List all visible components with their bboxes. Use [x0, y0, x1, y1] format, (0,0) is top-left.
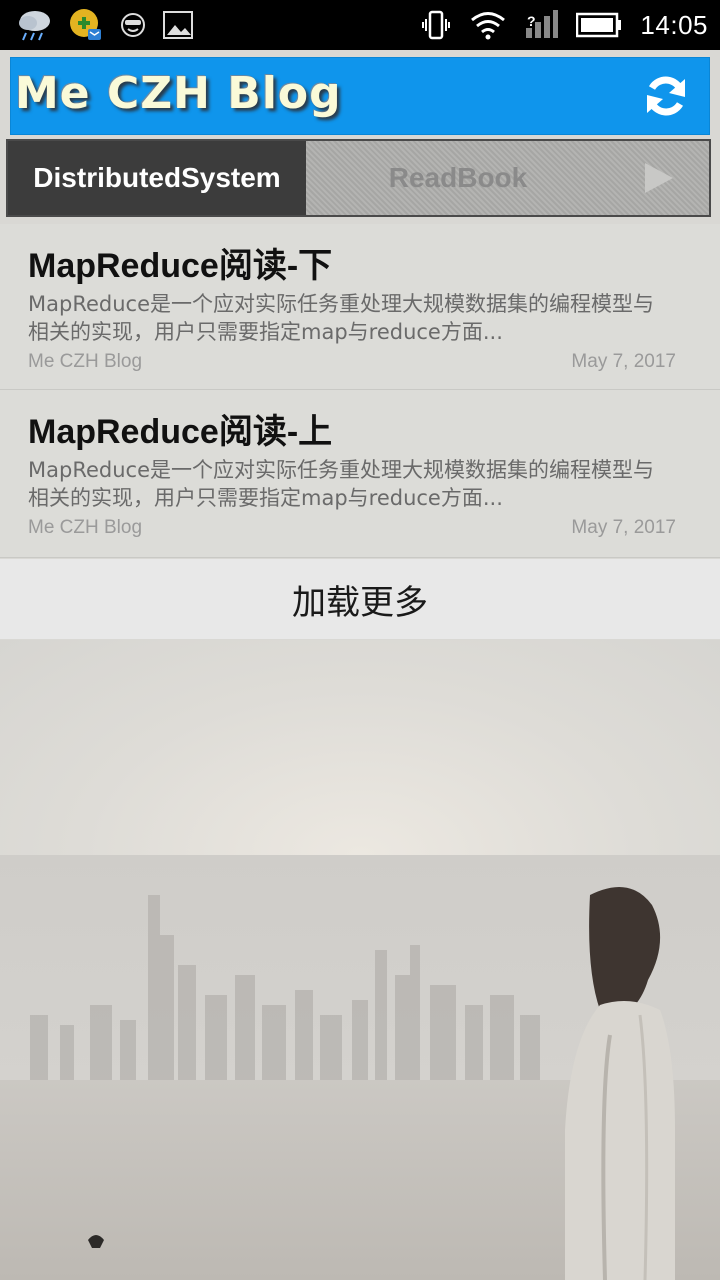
post-author: Me CZH Blog: [28, 517, 143, 538]
refresh-button[interactable]: [641, 71, 691, 121]
tab-distributed-system[interactable]: DistributedSystem: [8, 141, 306, 215]
post-date: May 7, 2017: [571, 351, 676, 372]
battery-icon: [576, 12, 622, 38]
status-left-icons: [16, 6, 194, 44]
signal-icon: ?: [524, 10, 559, 40]
tab-scroll-right-icon[interactable]: [645, 163, 673, 193]
post-excerpt: MapReduce是一个应对实际任务重处理大规模数据集的编程模型与相关的实现，用…: [28, 292, 654, 344]
app-header: Me CZH Blog: [10, 57, 710, 135]
app-title: Me CZH Blog: [15, 68, 342, 119]
tab-bar: DistributedSystem ReadBook: [6, 139, 711, 217]
status-time: 14:05: [640, 9, 708, 40]
vibrate-icon: [420, 9, 452, 41]
refresh-icon: [641, 76, 691, 125]
load-more-button[interactable]: 加载更多: [0, 559, 720, 639]
face-icon: [118, 10, 148, 40]
svg-text:?: ?: [527, 13, 536, 29]
post-date: May 7, 2017: [571, 517, 676, 538]
status-right-icons: ? 14:05: [420, 6, 708, 44]
wifi-icon: [470, 10, 506, 40]
list-item[interactable]: MapReduce阅读-下 MapReduce是一个应对实际任务重处理大规模数据…: [0, 224, 720, 390]
post-author: Me CZH Blog: [28, 351, 143, 372]
app-notification-icon: [68, 7, 104, 43]
background-sky: [0, 640, 720, 855]
status-bar: ? 14:05: [0, 0, 720, 50]
post-title: MapReduce阅读-下: [28, 247, 333, 285]
list-item[interactable]: MapReduce阅读-上 MapReduce是一个应对实际任务重处理大规模数据…: [0, 390, 720, 558]
tab-read-book[interactable]: ReadBook: [338, 141, 578, 215]
post-excerpt: MapReduce是一个应对实际任务重处理大规模数据集的编程模型与相关的实现，用…: [28, 458, 654, 510]
post-list: MapReduce阅读-下 MapReduce是一个应对实际任务重处理大规模数据…: [0, 224, 720, 558]
image-icon: [162, 9, 194, 41]
weather-rain-icon: [16, 7, 54, 43]
post-title: MapReduce阅读-上: [28, 413, 333, 451]
background-photo: [0, 855, 720, 1280]
